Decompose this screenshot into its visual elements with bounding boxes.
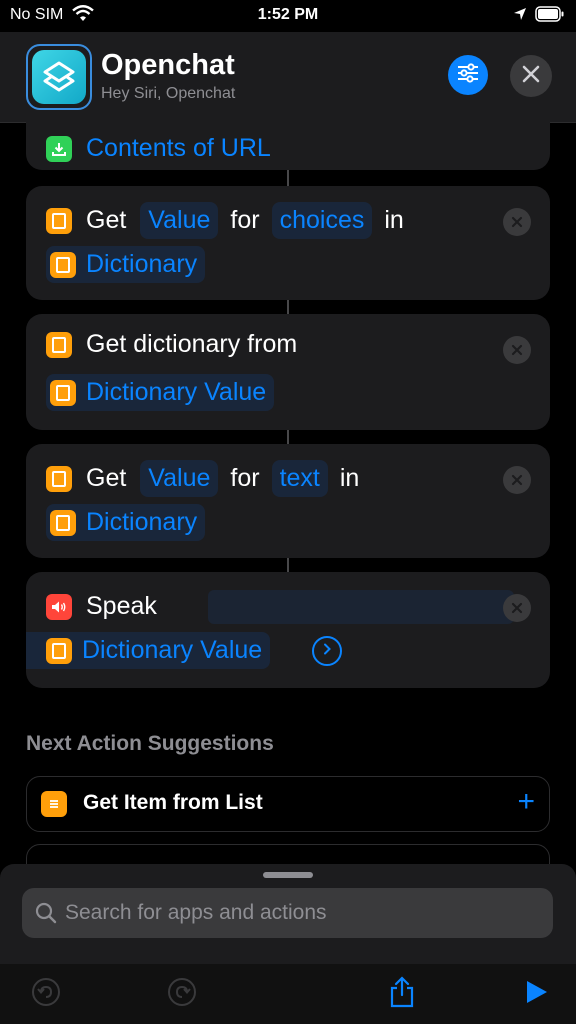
- dictionary-icon: [46, 331, 72, 358]
- shortcut-title[interactable]: Openchat: [101, 49, 235, 82]
- list-icon: [41, 791, 67, 817]
- action-row: Get Value for text in: [46, 460, 359, 497]
- variable-contents-of-url[interactable]: Contents of URL: [86, 134, 271, 163]
- bottom-toolbar: [0, 964, 576, 1024]
- shortcut-subtitle: Hey Siri, Openchat: [101, 85, 236, 102]
- action-row: Get dictionary from: [46, 330, 297, 359]
- action-verb: Speak: [86, 592, 157, 620]
- action-get-value-text[interactable]: Get Value for text in Dictionary: [26, 444, 550, 558]
- variable-dictionary-value[interactable]: Dictionary Value: [46, 374, 275, 411]
- download-icon: [46, 135, 72, 162]
- redo-icon: [167, 977, 197, 1012]
- variable-label: Dictionary: [86, 508, 198, 536]
- show-more-button[interactable]: [312, 636, 342, 666]
- settings-button[interactable]: [448, 55, 488, 95]
- variable-dictionary[interactable]: Dictionary: [46, 504, 206, 541]
- redo-button[interactable]: [166, 977, 198, 1012]
- word-for: for: [230, 206, 260, 234]
- share-button[interactable]: [386, 975, 418, 1013]
- speaker-icon: [46, 593, 72, 620]
- suggestions-heading: Next Action Suggestions: [26, 732, 274, 755]
- dictionary-icon: [50, 379, 76, 406]
- suggestion-partial[interactable]: [26, 844, 550, 864]
- shortcuts-layers-icon: [32, 50, 86, 104]
- variable-dictionary[interactable]: Dictionary: [46, 246, 206, 283]
- dictionary-icon: [46, 637, 72, 664]
- suggestion-label: Get Item from List: [83, 791, 263, 814]
- word-in: in: [384, 206, 404, 234]
- action-row: Contents of URL: [46, 134, 271, 163]
- action-verb: Get: [86, 464, 127, 492]
- action-row: Get Value for choices in: [46, 202, 404, 239]
- word-for: for: [230, 464, 260, 492]
- action-row: Dictionary: [46, 504, 206, 541]
- action-get-value-choices[interactable]: Get Value for choices in Dictionary: [26, 186, 550, 300]
- parameter-value[interactable]: Value: [140, 202, 219, 239]
- remove-action-button[interactable]: [503, 594, 531, 622]
- close-icon: [522, 65, 540, 88]
- actions-sheet: Search for apps and actions: [0, 864, 576, 964]
- undo-icon: [31, 977, 61, 1012]
- variable-label: Dictionary: [86, 250, 198, 278]
- battery-icon: [535, 6, 564, 22]
- action-row: Speak: [46, 592, 157, 621]
- parameter-value[interactable]: Value: [140, 460, 219, 497]
- dictionary-icon: [50, 251, 76, 278]
- location-icon: [513, 7, 527, 26]
- undo-button[interactable]: [30, 977, 62, 1012]
- action-speak[interactable]: Speak Dictionary Value: [26, 572, 550, 688]
- remove-action-button[interactable]: [503, 208, 531, 236]
- shortcut-header: Openchat Hey Siri, Openchat: [0, 32, 576, 123]
- parameter-key[interactable]: text: [271, 460, 328, 497]
- action-text: Get dictionary from: [86, 330, 298, 358]
- variable-label: Dictionary Value: [86, 378, 267, 406]
- action-get-dictionary[interactable]: Get dictionary from Dictionary Value: [26, 314, 550, 430]
- remove-action-button[interactable]: [503, 466, 531, 494]
- variable-dictionary-value[interactable]: Dictionary Value: [26, 632, 271, 669]
- play-icon: [523, 979, 549, 1010]
- search-icon: [34, 901, 58, 930]
- remove-action-button[interactable]: [503, 336, 531, 364]
- speak-text-field[interactable]: [208, 590, 514, 624]
- action-row: Dictionary Value: [26, 632, 271, 669]
- parameter-key[interactable]: choices: [271, 202, 373, 239]
- action-row: Dictionary Value: [46, 374, 275, 411]
- search-placeholder: Search for apps and actions: [65, 901, 327, 924]
- close-button[interactable]: [510, 55, 552, 97]
- connector-line: [287, 558, 289, 572]
- clock: 1:52 PM: [257, 6, 319, 23]
- status-bar: No SIM 1:52 PM: [0, 0, 576, 32]
- dictionary-icon: [50, 509, 76, 536]
- connector-line: [287, 300, 289, 314]
- word-in: in: [339, 464, 360, 492]
- suggestion-get-item-from-list[interactable]: Get Item from List +: [26, 776, 550, 832]
- share-icon: [387, 975, 417, 1013]
- action-verb: Get: [86, 206, 127, 234]
- action-contents-of-url[interactable]: Contents of URL: [26, 122, 550, 170]
- sheet-grabber[interactable]: [263, 872, 313, 878]
- actions-list[interactable]: Contents of URL Get Value for choices in…: [0, 122, 576, 864]
- search-field[interactable]: Search for apps and actions: [22, 888, 553, 938]
- action-row: Dictionary: [46, 246, 206, 283]
- variable-label: Dictionary Value: [82, 636, 263, 664]
- sliders-icon: [456, 62, 480, 88]
- chevron-right-icon: [322, 642, 332, 660]
- run-button[interactable]: [520, 978, 552, 1010]
- shortcut-icon[interactable]: [26, 44, 92, 110]
- connector-line: [287, 170, 289, 186]
- dictionary-icon: [46, 207, 72, 234]
- connector-line: [287, 430, 289, 444]
- add-icon[interactable]: +: [517, 786, 535, 818]
- dictionary-icon: [46, 465, 72, 492]
